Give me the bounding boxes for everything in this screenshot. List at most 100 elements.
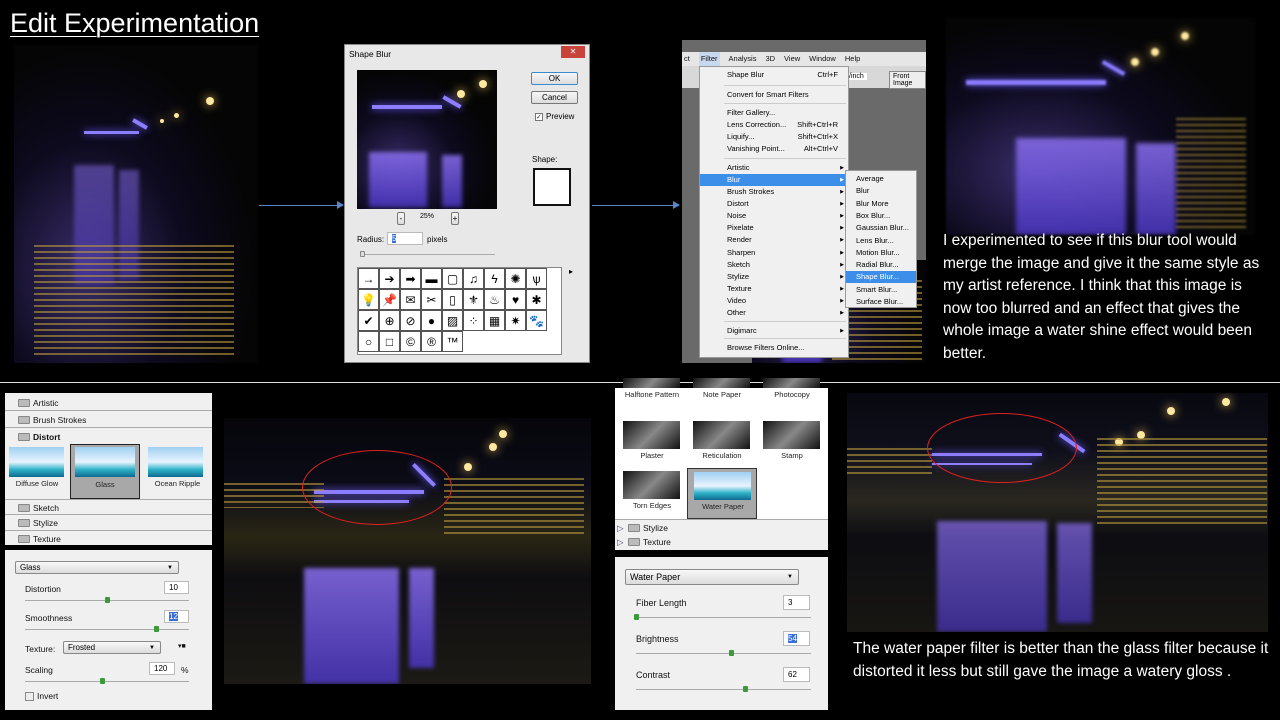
close-button[interactable]: ✕ bbox=[561, 46, 585, 58]
menu-item[interactable]: Other ▶ bbox=[700, 307, 848, 319]
menu-item[interactable]: Pixelate ▶ bbox=[700, 222, 848, 234]
menubar-item[interactable]: View bbox=[784, 52, 800, 66]
thumb-diffuse-glow[interactable]: Diffuse Glow bbox=[7, 445, 67, 489]
filter-thumb[interactable]: Reticulation bbox=[687, 418, 757, 462]
shape-option[interactable]: ♨ bbox=[484, 289, 505, 310]
menubar-item[interactable]: ct bbox=[684, 52, 690, 66]
shape-option[interactable]: ⊕ bbox=[379, 310, 400, 331]
submenu-item[interactable]: Radial Blur... bbox=[846, 259, 916, 271]
shape-option[interactable]: ● bbox=[421, 310, 442, 331]
cancel-button[interactable]: Cancel bbox=[531, 91, 578, 104]
menu-item[interactable]: Browse Filters Online... bbox=[700, 342, 848, 354]
preview-checkbox[interactable]: ✓ Preview bbox=[535, 112, 574, 121]
folder-brush-strokes[interactable]: Brush Strokes bbox=[5, 412, 212, 428]
menu-item[interactable]: Brush Strokes ▶ bbox=[700, 186, 848, 198]
texture-menu-icon[interactable]: ▾■ bbox=[178, 642, 186, 650]
shape-option[interactable]: ® bbox=[421, 331, 442, 352]
smoothness-input[interactable]: 12 bbox=[164, 610, 189, 623]
ok-button[interactable]: OK bbox=[531, 72, 578, 85]
shape-option[interactable]: ▯ bbox=[442, 289, 463, 310]
texture-select[interactable]: Frosted bbox=[63, 641, 161, 654]
shape-option[interactable]: ѱ bbox=[526, 268, 547, 289]
shape-option[interactable]: ⚜ bbox=[463, 289, 484, 310]
scaling-slider[interactable] bbox=[25, 678, 189, 684]
menu-item[interactable]: Sharpen ▶ bbox=[700, 247, 848, 259]
menu-item[interactable]: Render ▶ bbox=[700, 234, 848, 246]
menu-item[interactable]: Artistic ▶ bbox=[700, 162, 848, 174]
shape-option[interactable]: ➡ bbox=[400, 268, 421, 289]
folder-stylize[interactable]: ▷ Stylize bbox=[615, 519, 828, 535]
shape-option[interactable]: ✱ bbox=[526, 289, 547, 310]
filter-thumb[interactable]: Plaster bbox=[617, 418, 687, 462]
smoothness-slider[interactable] bbox=[25, 626, 189, 632]
menu-item[interactable]: Blur ▶ bbox=[700, 174, 848, 186]
radius-slider[interactable] bbox=[360, 251, 495, 257]
menubar-item[interactable]: Window bbox=[809, 52, 836, 66]
filter-thumb[interactable]: Torn Edges bbox=[617, 468, 687, 512]
shape-option[interactable]: ⁘ bbox=[463, 310, 484, 331]
menu-item[interactable]: Digimarc ▶ bbox=[700, 325, 848, 337]
filter-select[interactable]: Glass bbox=[15, 561, 179, 574]
menubar-item[interactable]: 3D bbox=[765, 52, 775, 66]
submenu-item[interactable]: Box Blur... bbox=[846, 210, 916, 222]
shape-option[interactable]: ™ bbox=[442, 331, 463, 352]
menu-item[interactable]: Filter Gallery... bbox=[700, 107, 848, 119]
submenu-item[interactable]: Blur bbox=[846, 185, 916, 197]
menubar-item[interactable]: Analysis bbox=[729, 52, 757, 66]
zoom-in-button[interactable]: + bbox=[451, 212, 459, 225]
submenu-item[interactable]: Blur More bbox=[846, 198, 916, 210]
thumb-ocean-ripple[interactable]: Ocean Ripple bbox=[145, 445, 210, 489]
distortion-slider[interactable] bbox=[25, 597, 189, 603]
shape-option[interactable]: ϟ bbox=[484, 268, 505, 289]
shape-option[interactable]: ♥ bbox=[505, 289, 526, 310]
shape-option[interactable]: ⊘ bbox=[400, 310, 421, 331]
filter-thumb[interactable]: Stamp bbox=[757, 418, 827, 462]
shape-option[interactable]: 💡 bbox=[358, 289, 379, 310]
menu-item[interactable]: Distort ▶ bbox=[700, 198, 848, 210]
filter-thumb[interactable]: Water Paper bbox=[687, 468, 757, 519]
submenu-item[interactable]: Shape Blur... bbox=[846, 271, 916, 284]
scaling-input[interactable]: 120 bbox=[149, 662, 175, 675]
shape-option[interactable]: ✺ bbox=[505, 268, 526, 289]
menu-item[interactable]: Convert for Smart Filters bbox=[700, 89, 848, 101]
shape-option[interactable]: ✉ bbox=[400, 289, 421, 310]
shape-option[interactable]: 📌 bbox=[379, 289, 400, 310]
fiber-length-input[interactable]: 3 bbox=[783, 595, 810, 610]
filter-select[interactable]: Water Paper bbox=[625, 569, 799, 585]
shape-option[interactable]: ✔ bbox=[358, 310, 379, 331]
fiber-length-slider[interactable] bbox=[634, 614, 811, 620]
submenu-item[interactable]: Surface Blur... bbox=[846, 296, 916, 308]
folder-texture[interactable]: Texture bbox=[5, 531, 212, 547]
shape-option[interactable]: ✂ bbox=[421, 289, 442, 310]
folder-sketch[interactable]: Sketch bbox=[5, 499, 212, 515]
filter-thumb[interactable]: Photocopy bbox=[757, 378, 827, 422]
distortion-input[interactable]: 10 bbox=[164, 581, 189, 594]
thumb-glass[interactable]: Glass bbox=[70, 444, 140, 499]
submenu-item[interactable]: Motion Blur... bbox=[846, 247, 916, 259]
filter-thumb[interactable]: Note Paper bbox=[687, 378, 757, 422]
shape-option[interactable]: ➔ bbox=[379, 268, 400, 289]
submenu-item[interactable]: Gaussian Blur... bbox=[846, 222, 916, 234]
shape-option[interactable]: ○ bbox=[358, 331, 379, 352]
menu-item[interactable]: Noise ▶ bbox=[700, 210, 848, 222]
menu-item[interactable]: Stylize ▶ bbox=[700, 271, 848, 283]
shape-option[interactable]: ▨ bbox=[442, 310, 463, 331]
folder-stylize[interactable]: Stylize bbox=[5, 515, 212, 531]
menu-item[interactable]: Shape Blur Ctrl+F bbox=[700, 69, 848, 81]
menu-item[interactable]: Sketch ▶ bbox=[700, 259, 848, 271]
shape-option[interactable]: © bbox=[400, 331, 421, 352]
menu-item[interactable]: Liquify... Shift+Ctrl+X bbox=[700, 131, 848, 143]
shape-menu-icon[interactable]: ▸ bbox=[569, 267, 573, 276]
folder-distort[interactable]: Distort bbox=[5, 429, 212, 445]
shape-option[interactable]: □ bbox=[379, 331, 400, 352]
menu-item[interactable]: Video ▶ bbox=[700, 295, 848, 307]
contrast-slider[interactable] bbox=[636, 686, 811, 692]
shape-option[interactable]: ♫ bbox=[463, 268, 484, 289]
zoom-out-button[interactable]: - bbox=[397, 212, 405, 225]
shape-option[interactable]: ▬ bbox=[421, 268, 442, 289]
front-image-button[interactable]: Front Image bbox=[889, 71, 926, 89]
folder-artistic[interactable]: Artistic bbox=[5, 395, 212, 411]
submenu-item[interactable]: Average bbox=[846, 173, 916, 185]
radius-input[interactable]: 5 bbox=[387, 232, 423, 245]
contrast-input[interactable]: 62 bbox=[783, 667, 810, 682]
